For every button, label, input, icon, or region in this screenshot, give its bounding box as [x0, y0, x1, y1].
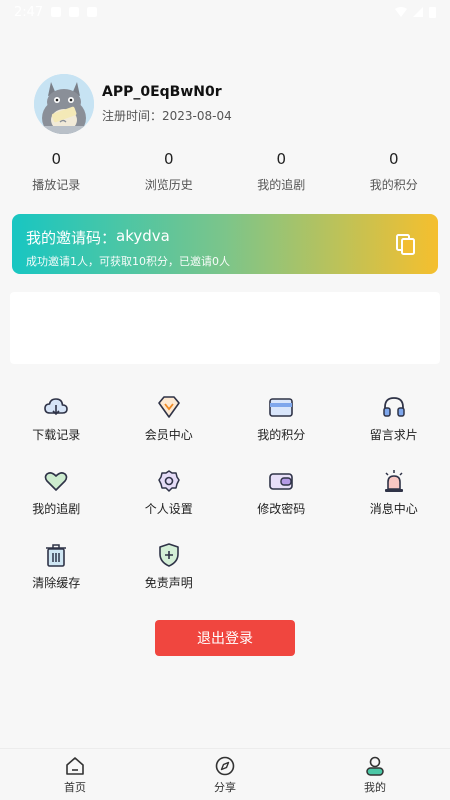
headphones-icon	[383, 397, 405, 417]
stat-following[interactable]: 0 我的追剧	[225, 150, 338, 193]
menu-change-password[interactable]: 修改密码	[225, 468, 338, 542]
signal-icon	[413, 7, 423, 17]
stat-label: 我的积分	[369, 178, 418, 192]
user-icon	[366, 756, 384, 776]
status-time: 2:47	[14, 4, 44, 20]
menu-label: 修改密码	[257, 502, 306, 516]
menu-label: 我的积分	[257, 428, 306, 442]
menu-label: 下载记录	[32, 428, 81, 442]
menu-label: 清除缓存	[32, 576, 81, 590]
nav-label: 分享	[214, 780, 236, 794]
heart-icon	[44, 472, 68, 491]
menu-label: 我的追剧	[32, 502, 81, 516]
battery-icon	[429, 7, 436, 18]
logout-button[interactable]: 退出登录	[155, 620, 295, 656]
menu-label: 免责声明	[144, 576, 193, 590]
menu-download-history[interactable]: 下载记录	[0, 394, 113, 468]
invite-code: akydva	[116, 227, 170, 245]
stat-play-history[interactable]: 0 播放记录	[0, 150, 113, 193]
stat-label: 播放记录	[32, 178, 81, 192]
stat-points[interactable]: 0 我的积分	[338, 150, 450, 193]
wallet-card-icon	[269, 398, 294, 417]
stat-value: 0	[163, 150, 174, 168]
username: APP_0EqBwN0r	[102, 84, 222, 100]
shield-plus-icon	[158, 543, 179, 567]
stat-value: 0	[276, 150, 287, 168]
stat-value: 0	[388, 150, 399, 168]
invite-subtitle: 成功邀请1人，可获取10积分，已邀请0人	[26, 255, 230, 268]
stats-row: 0 播放记录 0 浏览历史 0 我的追剧 0 我的积分	[0, 150, 450, 193]
trash-icon	[46, 544, 67, 567]
stat-value: 0	[51, 150, 62, 168]
menu-my-points[interactable]: 我的积分	[225, 394, 338, 468]
invite-card: 我的邀请码： akydva 成功邀请1人，可获取10积分，已邀请0人	[12, 214, 438, 274]
menu-disclaimer[interactable]: 免责声明	[113, 542, 226, 616]
invite-title-prefix: 我的邀请码：	[26, 229, 117, 247]
notification-icon	[51, 7, 62, 17]
menu-label: 消息中心	[369, 502, 418, 516]
nav-label: 我的	[364, 780, 386, 794]
menu-following[interactable]: 我的追剧	[0, 468, 113, 542]
home-icon	[66, 756, 84, 775]
gear-icon	[158, 470, 180, 492]
stat-label: 我的追剧	[257, 178, 306, 192]
avatar[interactable]	[34, 74, 94, 134]
menu-label: 留言求片	[369, 428, 418, 442]
menu-vip-center[interactable]: 会员中心	[113, 394, 226, 468]
menu-request-movie[interactable]: 留言求片	[338, 394, 450, 468]
profile-header[interactable]: APP_0EqBwN0r 注册时间：2023-08-04	[34, 74, 232, 134]
menu-label: 会员中心	[144, 428, 193, 442]
notification-icon	[87, 7, 98, 17]
nav-mine[interactable]: 我的	[300, 749, 450, 800]
status-bar: 2:47	[0, 0, 450, 24]
menu-clear-cache[interactable]: 清除缓存	[0, 542, 113, 616]
alarm-bell-icon	[384, 470, 403, 492]
menu-settings[interactable]: 个人设置	[113, 468, 226, 542]
menu-label: 个人设置	[144, 502, 193, 516]
notification-icon	[69, 7, 80, 17]
menu-message-center[interactable]: 消息中心	[338, 468, 450, 542]
nav-label: 首页	[64, 780, 86, 794]
stat-browse-history[interactable]: 0 浏览历史	[113, 150, 226, 193]
stat-label: 浏览历史	[144, 178, 193, 192]
cloud-download-icon	[44, 398, 69, 416]
register-time: 注册时间：2023-08-04	[102, 109, 232, 123]
compass-icon	[215, 756, 235, 775]
nav-share[interactable]: 分享	[150, 749, 300, 800]
wallet-lock-icon	[269, 473, 294, 490]
nav-home[interactable]: 首页	[0, 749, 150, 800]
invite-title: 我的邀请码： akydva	[26, 227, 438, 248]
totoro-avatar-icon	[34, 74, 94, 134]
vip-diamond-icon	[157, 396, 180, 418]
blank-banner	[10, 292, 440, 364]
wifi-icon	[395, 7, 407, 17]
feature-grid: 下载记录 会员中心 我的积分 留言求片 我的追剧 个人设置 修改密码 消息中心 …	[0, 394, 450, 616]
copy-icon[interactable]	[396, 234, 416, 256]
bottom-nav: 首页 分享 我的	[0, 748, 450, 800]
